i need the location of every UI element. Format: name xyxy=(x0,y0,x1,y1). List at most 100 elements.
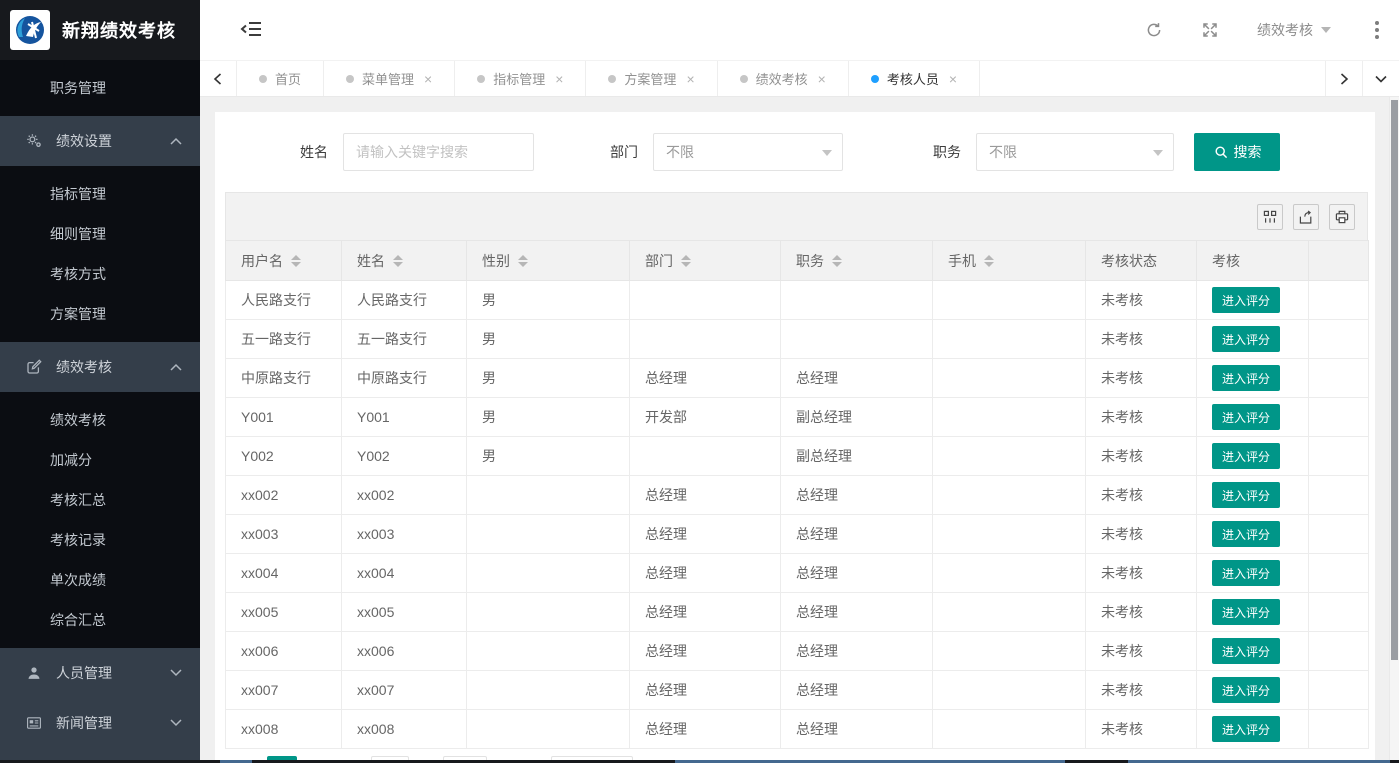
cell-position: 总经理 xyxy=(781,554,933,593)
sort-icon[interactable] xyxy=(984,255,994,267)
cell-position: 总经理 xyxy=(781,632,933,671)
app-logo-icon xyxy=(10,10,50,50)
enter-score-button[interactable]: 进入评分 xyxy=(1212,443,1280,469)
sidebar-sub-item[interactable]: 职务管理 xyxy=(0,68,200,108)
sidebar-sub-item[interactable]: 细则管理 xyxy=(0,214,200,254)
kebab-menu-icon[interactable] xyxy=(1369,19,1385,41)
enter-score-button[interactable]: 进入评分 xyxy=(1212,560,1280,586)
sidebar-sub-item[interactable]: 加减分 xyxy=(0,440,200,480)
column-header[interactable]: 部门 xyxy=(630,241,781,281)
cell-name: xx005 xyxy=(342,593,467,632)
enter-score-button[interactable]: 进入评分 xyxy=(1212,404,1280,430)
cell-action: 进入评分 xyxy=(1197,515,1309,554)
enter-score-button[interactable]: 进入评分 xyxy=(1212,365,1280,391)
cell-position: 副总经理 xyxy=(781,398,933,437)
sidebar-sub-item[interactable]: 指标管理 xyxy=(0,174,200,214)
cell-empty xyxy=(1309,710,1369,749)
user-menu[interactable]: 绩效考核 xyxy=(1257,20,1331,40)
sidebar-parent-item[interactable]: 绩效设置 xyxy=(0,116,200,166)
position-select-value: 不限 xyxy=(989,142,1017,162)
enter-score-button[interactable]: 进入评分 xyxy=(1212,521,1280,547)
enter-score-button[interactable]: 进入评分 xyxy=(1212,677,1280,703)
cell-username: 中原路支行 xyxy=(226,359,342,398)
sidebar-sub-item[interactable]: 单次成绩 xyxy=(0,560,200,600)
menu-fold-icon[interactable] xyxy=(240,20,262,40)
search-button[interactable]: 搜索 xyxy=(1194,133,1280,171)
cell-empty xyxy=(1309,632,1369,671)
sidebar-sub-item[interactable]: 绩效考核 xyxy=(0,400,200,440)
chevron-down-icon xyxy=(1153,150,1163,161)
column-header[interactable]: 考核 xyxy=(1197,241,1309,281)
sidebar-sub-item[interactable]: 方案管理 xyxy=(0,294,200,334)
tab-item[interactable]: 考核人员 × xyxy=(849,61,980,96)
cell-department xyxy=(630,281,781,320)
sort-icon[interactable] xyxy=(393,255,403,267)
position-select[interactable]: 不限 xyxy=(976,133,1174,171)
enter-score-button[interactable]: 进入评分 xyxy=(1212,599,1280,625)
sidebar-sub-item[interactable]: 部门管理 xyxy=(0,60,200,68)
department-select[interactable]: 不限 xyxy=(653,133,843,171)
cell-action: 进入评分 xyxy=(1197,359,1309,398)
column-header[interactable]: 职务 xyxy=(781,241,933,281)
tabs-more-icon[interactable] xyxy=(1362,61,1399,96)
app-logo-bar: 新翔绩效考核 xyxy=(0,0,200,60)
print-icon[interactable] xyxy=(1329,204,1355,230)
cell-position: 副总经理 xyxy=(781,437,933,476)
cell-position: 总经理 xyxy=(781,710,933,749)
tab-item[interactable]: 首页 xyxy=(237,61,324,96)
name-search-input[interactable] xyxy=(343,133,534,171)
table-row: Y002 Y002 男 副总经理 未考核 进入评分 xyxy=(226,437,1369,476)
sidebar-sub-item[interactable]: 考核记录 xyxy=(0,520,200,560)
refresh-icon[interactable] xyxy=(1145,21,1163,39)
sort-icon[interactable] xyxy=(832,255,842,267)
enter-score-button[interactable]: 进入评分 xyxy=(1212,638,1280,664)
tab-dot-icon xyxy=(871,75,879,83)
close-icon[interactable]: × xyxy=(949,71,957,87)
sidebar-sub-item[interactable]: 综合汇总 xyxy=(0,600,200,640)
sidebar-parent-item[interactable]: 绩效考核 xyxy=(0,342,200,392)
tab-item[interactable]: 绩效考核 × xyxy=(718,61,849,96)
tab-item[interactable]: 方案管理 × xyxy=(586,61,717,96)
enter-score-button[interactable]: 进入评分 xyxy=(1212,326,1280,352)
cell-status: 未考核 xyxy=(1086,359,1197,398)
column-header[interactable]: 考核状态 xyxy=(1086,241,1197,281)
cell-name: xx007 xyxy=(342,671,467,710)
scrollbar-thumb[interactable] xyxy=(1391,100,1398,660)
close-icon[interactable]: × xyxy=(818,71,826,87)
cell-phone xyxy=(933,515,1086,554)
sort-icon[interactable] xyxy=(681,255,691,267)
cell-department: 总经理 xyxy=(630,554,781,593)
tab-dot-icon xyxy=(259,75,267,83)
export-icon[interactable] xyxy=(1293,204,1319,230)
sort-icon[interactable] xyxy=(518,255,528,267)
tabs-scroll-right-icon[interactable] xyxy=(1325,61,1362,96)
app-title: 新翔绩效考核 xyxy=(62,17,176,43)
close-icon[interactable]: × xyxy=(555,71,563,87)
fullscreen-icon[interactable] xyxy=(1201,21,1219,39)
close-icon[interactable]: × xyxy=(424,71,432,87)
close-icon[interactable]: × xyxy=(686,71,694,87)
cell-gender xyxy=(467,593,630,632)
enter-score-button[interactable]: 进入评分 xyxy=(1212,287,1280,313)
cell-status: 未考核 xyxy=(1086,554,1197,593)
enter-score-button[interactable]: 进入评分 xyxy=(1212,716,1280,742)
tab-item[interactable]: 菜单管理 × xyxy=(324,61,455,96)
column-header[interactable]: 手机 xyxy=(933,241,1086,281)
column-header[interactable]: 姓名 xyxy=(342,241,467,281)
sidebar-parent-item[interactable]: 新闻管理 xyxy=(0,698,200,748)
columns-icon[interactable] xyxy=(1257,204,1283,230)
tabs-scroll-left-icon[interactable] xyxy=(200,61,237,96)
sidebar-sub-item[interactable]: 考核汇总 xyxy=(0,480,200,520)
enter-score-button[interactable]: 进入评分 xyxy=(1212,482,1280,508)
chevron-down-icon xyxy=(1321,27,1331,38)
cell-empty xyxy=(1309,437,1369,476)
column-header[interactable]: 用户名 xyxy=(226,241,342,281)
cell-name: Y002 xyxy=(342,437,467,476)
sidebar-sub-item[interactable]: 考核方式 xyxy=(0,254,200,294)
sidebar-parent-item[interactable]: 人员管理 xyxy=(0,648,200,698)
sort-icon[interactable] xyxy=(291,255,301,267)
cell-department: 总经理 xyxy=(630,671,781,710)
column-header[interactable] xyxy=(1309,241,1369,281)
tab-item[interactable]: 指标管理 × xyxy=(455,61,586,96)
column-header[interactable]: 性别 xyxy=(467,241,630,281)
